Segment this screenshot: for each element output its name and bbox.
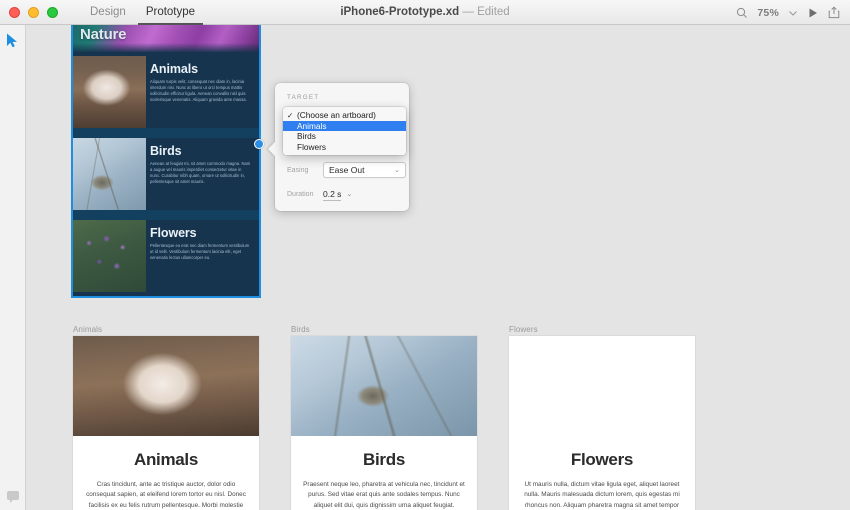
duration-label: Duration — [287, 191, 314, 199]
traffic-light-group — [9, 6, 58, 18]
window-titlebar: Design Prototype iPhone6-Prototype.xd — … — [0, 0, 850, 25]
artboard-flowers[interactable]: Flowers Ut mauris nulla, dictum vitae li… — [509, 336, 695, 510]
flowers-hero-image — [509, 336, 695, 436]
list-item-body: Pellentesque eu erat nec diam fermentum … — [150, 243, 250, 261]
easing-field-row: Easing Ease Out ⌄ — [287, 162, 406, 178]
nature-hero-title: Nature — [80, 26, 127, 43]
birds-hero-image — [291, 336, 477, 436]
artboard-birds[interactable]: Birds Praesent neque leo, pharetra at ve… — [291, 336, 477, 510]
menu-item-label: Birds — [297, 131, 316, 142]
select-arrow-tool-icon[interactable] — [6, 33, 19, 53]
zoom-window-button[interactable] — [47, 6, 58, 18]
document-edited-state: — Edited — [462, 6, 510, 18]
document-title-text: iPhone6-Prototype.xd — [340, 6, 460, 18]
animals-thumbnail — [73, 56, 146, 128]
chevron-down-icon: ⌄ — [346, 191, 353, 199]
duration-select[interactable]: 0.2 s ⌄ — [323, 189, 352, 201]
easing-label: Easing — [287, 166, 309, 174]
artboard-heading: Animals — [133, 450, 199, 469]
animals-hero-image — [73, 336, 259, 436]
design-canvas[interactable]: Nature Animals Aliquam turpis velit, con… — [26, 25, 850, 510]
list-item-animals[interactable]: Animals Aliquam turpis velit, consequat … — [73, 56, 259, 128]
mode-tab-group: Design Prototype — [82, 0, 204, 25]
artboard-heading: Flowers — [570, 450, 634, 469]
list-item-body: Aliquam turpis velit, consequat nec diam… — [150, 79, 247, 103]
zoom-level-value[interactable]: 75% — [757, 7, 779, 19]
menu-item-label: Animals — [297, 120, 327, 131]
share-icon[interactable] — [828, 6, 840, 19]
menu-item-choose-an-artboard[interactable]: ✓ (Choose an artboard) — [283, 110, 406, 121]
prototype-connector-handle[interactable] — [254, 139, 264, 149]
toolbar-right-group: 75% — [736, 0, 840, 25]
close-window-button[interactable] — [9, 6, 20, 18]
list-divider — [73, 128, 259, 138]
list-item-heading: Flowers — [150, 226, 197, 240]
artboard-label-birds: Birds — [291, 325, 310, 334]
menu-item-label: Flowers — [297, 141, 327, 152]
easing-select[interactable]: Ease Out ⌄ — [323, 162, 406, 178]
play-icon[interactable] — [807, 7, 819, 19]
duration-field-row: Duration 0.2 s ⌄ — [287, 189, 352, 201]
menu-item-flowers[interactable]: Flowers — [283, 142, 406, 153]
list-item-body: Aenean at feugiat mi, sit amet commodo m… — [150, 161, 251, 185]
popover-arrow — [268, 142, 275, 156]
search-zoom-icon[interactable] — [736, 7, 748, 19]
artboard-body: Cras tincidunt, ante ac tristique auctor… — [86, 481, 246, 509]
list-divider — [73, 210, 259, 220]
tab-prototype[interactable]: Prototype — [137, 0, 204, 25]
tool-rail — [0, 25, 26, 510]
menu-item-birds[interactable]: Birds — [283, 131, 406, 142]
list-item-flowers[interactable]: Flowers Pellentesque eu erat nec diam fe… — [73, 220, 259, 292]
minimize-window-button[interactable] — [28, 6, 39, 18]
artboard-label-animals: Animals — [73, 325, 103, 334]
chevron-down-icon: ⌄ — [394, 166, 400, 174]
artboard-body: Ut mauris nulla, dictum vitae ligula ege… — [524, 481, 680, 509]
tab-design[interactable]: Design — [82, 0, 134, 25]
list-item-birds[interactable]: Birds Aenean at feugiat mi, sit amet com… — [73, 138, 259, 210]
duration-value: 0.2 s — [323, 189, 342, 201]
check-icon: ✓ — [287, 110, 294, 120]
target-dropdown-menu[interactable]: ✓ (Choose an artboard) Animals Birds Flo… — [283, 107, 406, 155]
easing-select-value: Ease Out — [329, 165, 365, 175]
birds-thumbnail — [73, 138, 146, 210]
list-item-heading: Animals — [150, 62, 198, 76]
artboard-body: Praesent neque leo, pharetra at vehicula… — [303, 481, 465, 509]
list-item-heading: Birds — [150, 144, 182, 158]
comment-tool-icon[interactable] — [7, 491, 19, 503]
flowers-thumbnail — [73, 220, 146, 292]
artboard-animals[interactable]: Animals Cras tincidunt, ante ac tristiqu… — [73, 336, 259, 510]
artboard-nature-list[interactable]: Nature Animals Aliquam turpis velit, con… — [71, 25, 261, 298]
menu-item-animals[interactable]: Animals — [283, 120, 406, 131]
popover-section-label: TARGET — [287, 94, 320, 101]
artboard-heading: Birds — [363, 450, 405, 469]
menu-item-label: (Choose an artboard) — [297, 110, 376, 121]
chevron-down-icon[interactable] — [788, 9, 798, 17]
artboard-label-flowers: Flowers — [509, 325, 538, 334]
